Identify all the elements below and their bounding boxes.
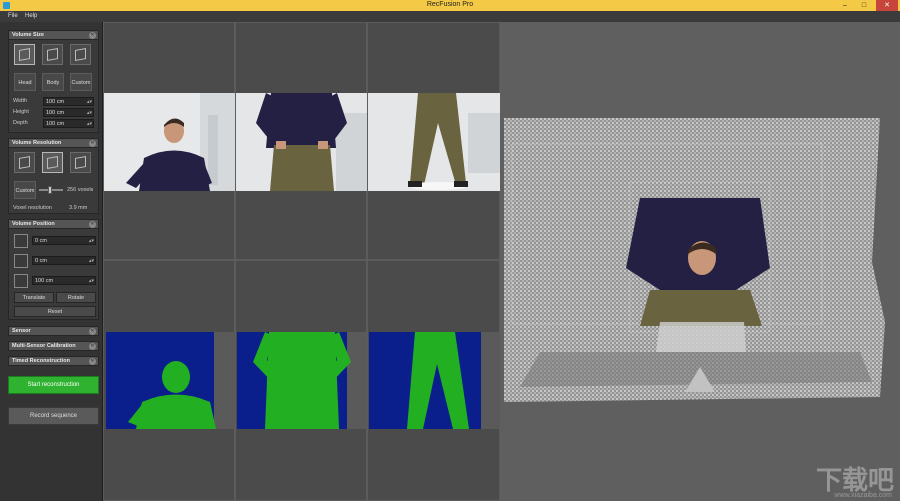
cube-icon [47,48,58,61]
menu-help[interactable]: Help [25,13,37,19]
reset-button[interactable]: Reset [14,306,96,317]
reconstruction-3d-view[interactable]: 下载吧 www.xiazaiba.com [500,22,900,501]
height-value: 100 cm [46,110,65,116]
body-cube-button[interactable] [42,44,63,65]
sensor-section-header[interactable]: Sensor ✕ [8,326,99,336]
depth-frame-torso [237,332,367,429]
depth-value: 100 cm [46,121,65,127]
custom-preset-button[interactable]: Custom [70,73,92,91]
volume-resolution-header[interactable]: Volume Resolution ✕ [9,139,98,148]
spin-arrows-icon[interactable]: ▴▾ [87,120,92,128]
minimize-button[interactable]: – [836,0,854,11]
width-value: 100 cm [46,99,65,105]
collapse-icon[interactable]: ✕ [89,140,96,147]
volume-position-header[interactable]: Volume Position ✕ [9,220,98,229]
window-title: RecFusion Pro [426,1,474,8]
position-y-field[interactable]: 0 cm ▴▾ [32,256,96,265]
rgb-frame-torso [236,93,367,191]
spin-arrows-icon[interactable]: ▴▾ [87,98,92,106]
spin-arrows-icon[interactable]: ▴▾ [89,237,94,245]
title-bar: RecFusion Pro – □ ✕ [0,0,900,11]
depth-frame-legs [369,332,500,429]
cube-icon [75,48,86,61]
voxel-resolution-value: 3.9 mm [69,205,88,211]
volume-position-section: Volume Position ✕ 0 cm ▴▾ 0 cm ▴▾ 100 cm ▴▾… [8,219,99,320]
sensor-view-grid [103,22,500,501]
rgb-frame-head [104,93,235,191]
head-preset-button[interactable]: Head [14,73,36,91]
depth-frame-head [106,332,235,429]
width-field[interactable]: 100 cm ▴▾ [43,97,94,106]
depth-view-sensor-2 [237,332,367,429]
translate-button[interactable]: Translate [14,292,54,303]
record-sequence-button[interactable]: Record sequence [8,407,99,425]
custom-cube-button[interactable] [70,44,91,65]
y-axis-icon [14,254,28,268]
depth-field[interactable]: 100 cm ▴▾ [43,119,94,128]
depth-label: Depth [13,120,28,126]
watermark-url: www.xiazaiba.com [834,492,892,499]
z-axis-icon [14,274,28,288]
section-title: Multi-Sensor Calibration [12,343,76,349]
section-title: Volume Resolution [12,140,62,146]
voxel-resolution-label: Voxel resolution [13,205,52,211]
close-button[interactable]: ✕ [876,0,898,11]
spin-arrows-icon[interactable]: ▴▾ [87,109,92,117]
position-z-value: 100 cm [35,278,54,284]
rgb-view-sensor-1 [104,93,235,191]
maximize-button[interactable]: □ [855,0,873,11]
start-reconstruction-button[interactable]: Start reconstruction [8,376,99,394]
expand-icon[interactable]: ✕ [89,358,96,365]
spin-arrows-icon[interactable]: ▴▾ [89,257,94,265]
height-label: Height [13,109,29,115]
section-title: Sensor [12,328,31,334]
position-z-field[interactable]: 100 cm ▴▾ [32,276,96,285]
position-x-field[interactable]: 0 cm ▴▾ [32,236,96,245]
body-preset-button[interactable]: Body [42,73,64,91]
section-title: Timed Reconstruction [12,358,70,364]
volume-resolution-section: Volume Resolution ✕ Custom 256 voxels Vo… [8,138,99,214]
grid-cube-icon [47,156,58,169]
section-title: Volume Size [12,32,44,38]
custom-resolution-button[interactable]: Custom [14,181,36,199]
collapse-icon[interactable]: ✕ [89,32,96,39]
menu-bar: File Help [0,11,900,22]
voxels-value: 256 voxels [67,187,94,193]
medium-res-cube-button[interactable] [42,152,63,173]
x-axis-icon [14,234,28,248]
section-title: Volume Position [12,221,55,227]
expand-icon[interactable]: ✕ [89,328,96,335]
rgb-view-sensor-2 [236,93,367,191]
menu-file[interactable]: File [8,13,18,19]
control-panel: Volume Size ✕ Head Body Custom Width 100… [0,22,103,501]
height-field[interactable]: 100 cm ▴▾ [43,108,94,117]
spin-arrows-icon[interactable]: ▴▾ [89,277,94,285]
depth-view-sensor-1 [106,332,235,429]
position-y-value: 0 cm [35,258,47,264]
timed-section-header[interactable]: Timed Reconstruction ✕ [8,356,99,366]
point-cloud-render [500,22,900,501]
head-cube-button[interactable] [14,44,35,65]
rgb-frame-legs [368,93,500,191]
volume-size-header[interactable]: Volume Size ✕ [9,31,98,40]
collapse-icon[interactable]: ✕ [89,221,96,228]
low-res-cube-button[interactable] [14,152,35,173]
high-res-cube-button[interactable] [70,152,91,173]
width-label: Width [13,98,28,104]
multi-sensor-section-header[interactable]: Multi-Sensor Calibration ✕ [8,341,99,351]
position-x-value: 0 cm [35,238,47,244]
grid-cube-icon [19,156,30,169]
rgb-view-sensor-3 [368,93,500,191]
grid-cube-icon [75,156,86,169]
rotate-button[interactable]: Rotate [56,292,96,303]
volume-size-section: Volume Size ✕ Head Body Custom Width 100… [8,30,99,133]
depth-view-sensor-3 [369,332,500,429]
resolution-slider-handle[interactable] [47,186,52,194]
cube-icon [19,48,30,61]
expand-icon[interactable]: ✕ [89,343,96,350]
